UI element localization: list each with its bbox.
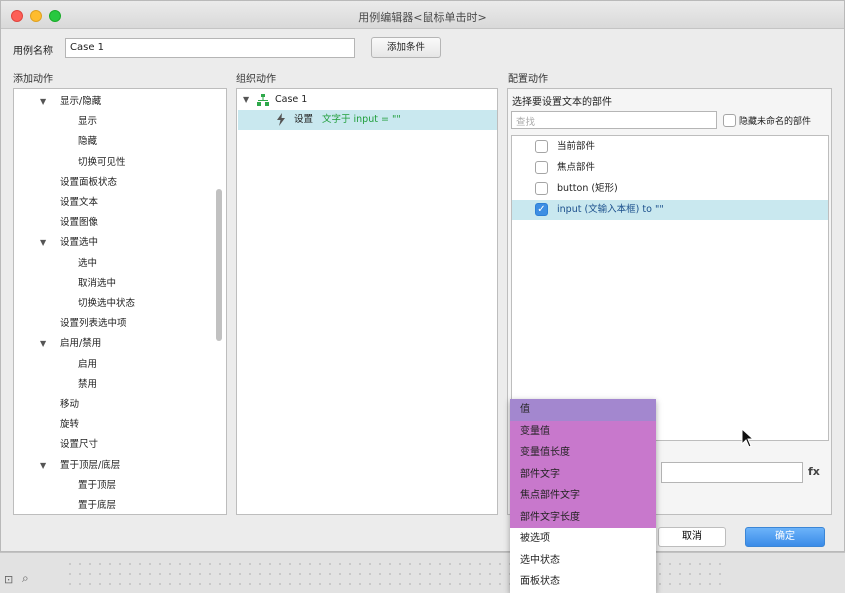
add-action-label: 移动 (60, 399, 80, 410)
add-action-label: 启用/禁用 (60, 338, 102, 350)
add-action-label: 禁用 (78, 378, 98, 390)
dropdown-option[interactable]: 面板状态 (510, 571, 656, 593)
expand-triangle-icon[interactable]: ▼ (40, 456, 46, 476)
fx-button[interactable]: fx (808, 465, 820, 478)
add-action-heading: 添加动作 (13, 74, 53, 85)
add-action-label: 选中 (78, 257, 98, 269)
widget-checkbox[interactable] (535, 182, 548, 195)
add-action-label: 设置选中 (60, 237, 99, 249)
collapse-triangle-icon[interactable]: ▼ (243, 90, 249, 110)
action-tree-row-set-text[interactable]: 设置 文字于 input = "" (238, 110, 497, 130)
widget-list-item[interactable]: 当前部件 (512, 137, 828, 157)
config-action-heading: 配置动作 (508, 74, 548, 85)
widget-label: 当前部件 (557, 141, 596, 152)
case-name-label: 用例名称 (13, 46, 53, 57)
widget-list-item[interactable]: ✓ input (文输入本框) to "" (512, 200, 828, 220)
lightning-icon (276, 113, 286, 129)
widget-label: button (矩形) (557, 183, 618, 194)
add-condition-button[interactable]: 添加条件 (371, 37, 441, 58)
widget-label: input (文输入本框) to "" (557, 204, 664, 215)
dropdown-option[interactable]: 变量值长度 (510, 442, 656, 464)
cancel-button[interactable]: 取消 (658, 527, 726, 547)
widget-label: 焦点部件 (557, 162, 596, 173)
ok-button[interactable]: 确定 (745, 527, 825, 547)
case-name-input[interactable]: Case 1 (65, 38, 355, 58)
expand-triangle-icon[interactable]: ▼ (40, 92, 46, 112)
action-prefix: 设置 (294, 114, 314, 125)
value-type-dropdown: 值变量值 变量值长度 部件文字 焦点部件文字 部件文字长度 被选项 选中状态 面板状态 (510, 399, 656, 593)
dropdown-option[interactable]: 部件文字长度 (510, 506, 656, 528)
add-action-label: 取消选中 (78, 277, 117, 289)
dropdown-option[interactable]: 值 (510, 399, 656, 421)
background-page-icon: ⊡ (4, 573, 14, 586)
organize-action-tree: ▼ Case 1 设置 文字于 input = "" (236, 88, 498, 515)
checked-checkbox[interactable]: ✓ (535, 203, 548, 216)
organize-action-heading: 组织动作 (236, 74, 276, 85)
widget-search-input[interactable]: 查找 (511, 111, 717, 129)
mouse-pointer-icon (741, 428, 755, 448)
background-zoom-icon: ⌕ (22, 571, 29, 585)
add-action-tree: ▼ 显示/隐藏显示隐藏切换可见性设置面板状态 设置文本设置图像 ▼ 设置选中选中取消选中… (13, 88, 227, 515)
add-action-scrollbar[interactable] (216, 189, 222, 341)
hide-unnamed-checkbox[interactable] (723, 114, 736, 127)
background-app-strip: ⊡ ⌕ (0, 552, 845, 593)
widget-list: 当前部件焦点部件 button (矩形) ✓ input (文输入本框) to "" (511, 135, 829, 441)
add-action-label: 启用 (78, 358, 98, 370)
add-action-label: 旋转 (60, 419, 80, 431)
add-action-label: 设置列表选中项 (60, 318, 127, 330)
add-action-label: 切换选中状态 (78, 298, 136, 309)
expand-triangle-icon[interactable]: ▼ (40, 233, 46, 253)
text-value-input[interactable] (661, 462, 803, 483)
add-action-label: 置于底层 (78, 500, 117, 511)
dropdown-option[interactable]: 变量值 (510, 420, 656, 442)
dropdown-option[interactable]: 被选项 (510, 528, 656, 550)
case-flow-icon (257, 90, 269, 110)
dropdown-option[interactable]: 部件文字 (510, 463, 656, 485)
widget-checkbox[interactable] (535, 140, 548, 153)
add-action-label: 显示/隐藏 (60, 96, 102, 107)
add-action-label: 设置面板状态 (60, 176, 118, 188)
widget-list-item[interactable]: 焦点部件 (512, 158, 828, 178)
add-action-label: 置于顶层 (78, 479, 117, 491)
add-action-label: 置于顶层/底层 (60, 459, 121, 471)
add-action-label: 设置图像 (60, 217, 99, 229)
add-action-label: 设置尺寸 (60, 439, 99, 451)
expand-triangle-icon[interactable]: ▼ (40, 334, 46, 354)
choose-widget-label: 选择要设置文本的部件 (512, 97, 612, 108)
dropdown-option[interactable]: 焦点部件文字 (510, 485, 656, 507)
case-tree-label: Case 1 (275, 94, 308, 105)
widget-list-item[interactable]: button (矩形) (512, 179, 828, 199)
add-action-label: 设置文本 (60, 197, 99, 208)
window-title: 用例编辑器<鼠标单击时> (358, 11, 487, 24)
case-editor-window: 用例编辑器<鼠标单击时> 用例名称 Case 1 添加条件 添加动作 组织动作 … (0, 0, 845, 552)
add-action-label: 隐藏 (78, 136, 98, 148)
add-action-label: 切换可见性 (78, 156, 126, 168)
title-bar: 用例编辑器<鼠标单击时> (1, 1, 844, 29)
add-action-label: 显示 (78, 116, 98, 128)
widget-checkbox[interactable] (535, 161, 548, 174)
dropdown-option[interactable]: 选中状态 (510, 550, 656, 572)
hide-unnamed-label: 隐藏未命名的部件 (739, 117, 812, 127)
action-detail: 文字于 input = "" (322, 114, 401, 125)
